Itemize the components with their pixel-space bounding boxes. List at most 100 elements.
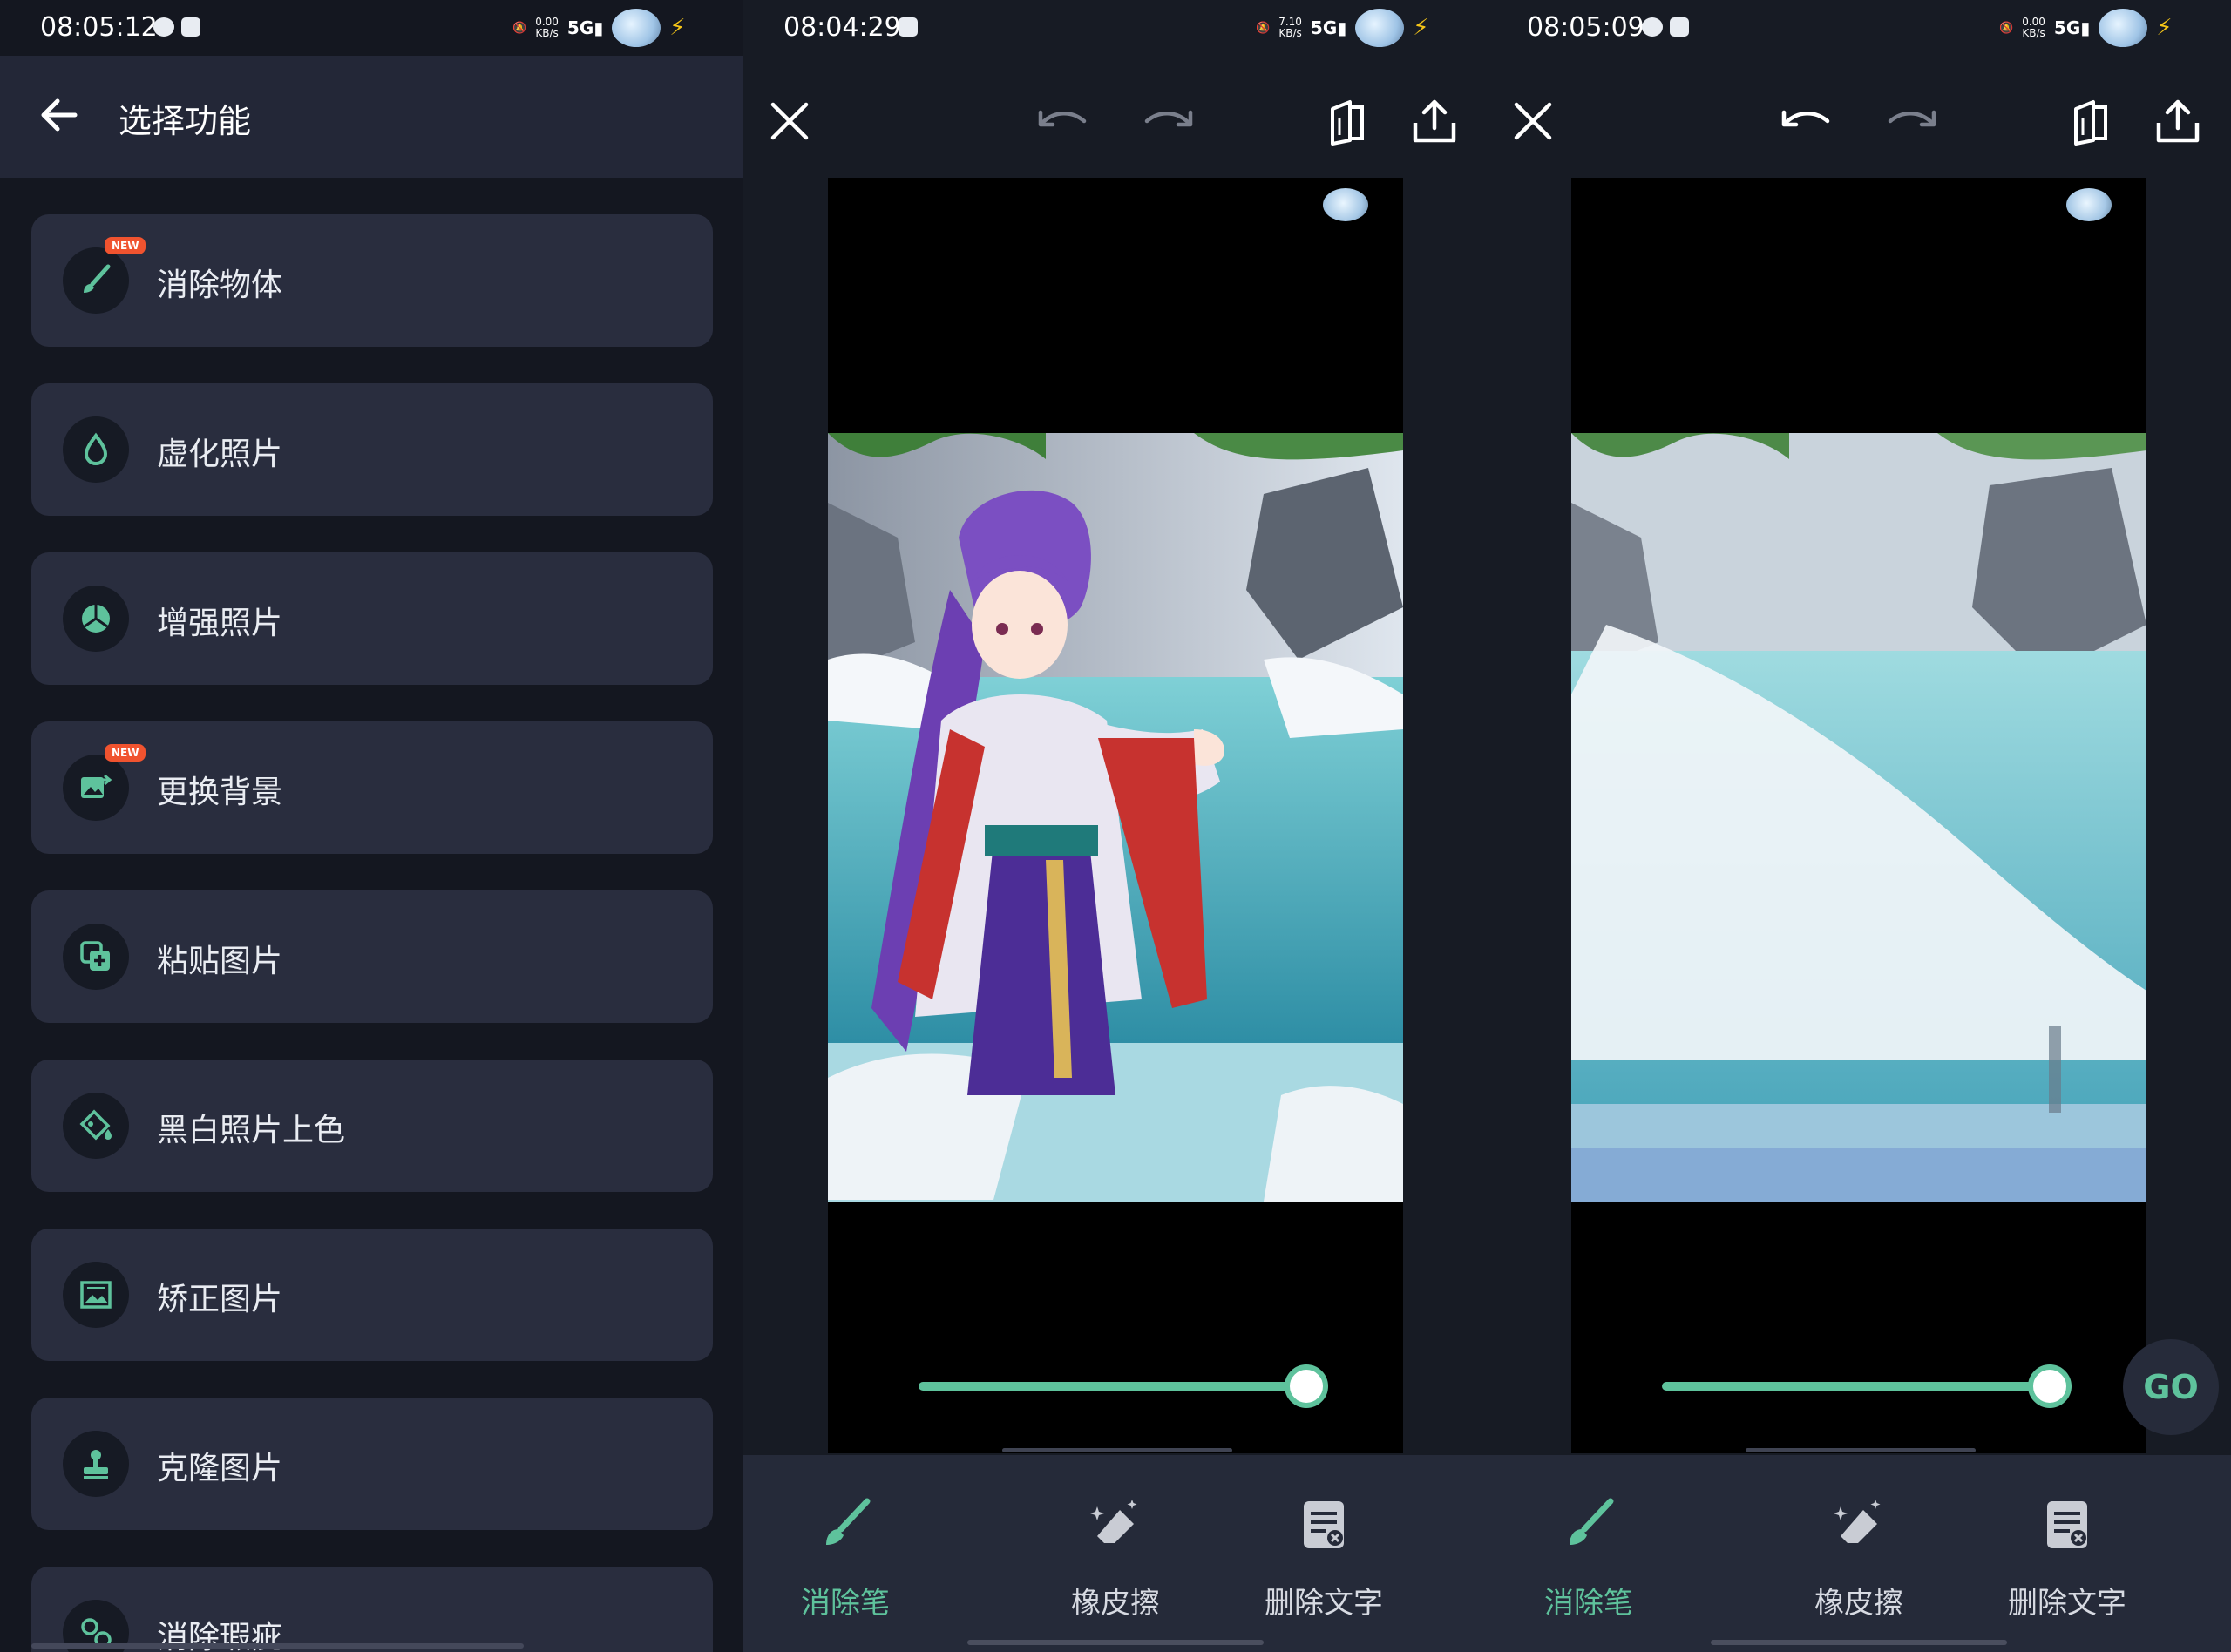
menu-item-colorize[interactable]: 黑白照片上色 [31,1060,713,1192]
photo-original[interactable] [828,433,1403,1202]
new-badge: NEW [105,237,146,254]
menu-item-label: 更换背景 [157,775,283,810]
app-notification-icon [181,17,200,37]
menu-item-correct-image[interactable]: 矫正图片 [31,1229,713,1361]
canvas-handle [1746,1448,1976,1452]
gesture-bar [31,1643,524,1649]
menu-item-label: 黑白照片上色 [157,1113,346,1148]
image-canvas[interactable] [828,178,1403,1453]
slider-knob[interactable] [1285,1364,1328,1408]
charging-icon: ⚡ [2156,15,2173,41]
battery-avatar-icon [1355,9,1405,47]
image-swap-icon [63,755,129,821]
editor-toolbar [1487,56,2231,178]
canvas-handle [1002,1448,1232,1452]
battery-avatar-icon [2099,9,2148,47]
compare-icon[interactable] [2060,91,2121,152]
tool-brush[interactable]: 消除笔 [758,1490,932,1622]
notification-icons [899,16,918,38]
watermark-avatar [1323,188,1368,221]
eraser-icon [1824,1490,1894,1560]
editor-screen-original: 08:04:29 🔕 7.10 KB/s 5G▮ ⚡ 消除笔 橡皮擦 删除文字 [743,0,1487,1652]
network-speed: 7.10 KB/s [1278,16,1302,39]
share-export-icon[interactable] [1404,91,1465,152]
wechat-icon [153,17,174,37]
tool-label: 删除文字 [2008,1586,2126,1621]
menu-item-label: 虚化照片 [157,437,283,472]
menu-item-change-background[interactable]: NEW 更换背景 [31,721,713,854]
header: 选择功能 [0,56,743,178]
redo-icon[interactable] [1137,91,1198,152]
menu-item-remove-object[interactable]: NEW 消除物体 [31,214,713,347]
menu-item-remove-blemish[interactable]: 消除瑕疵 [31,1567,713,1652]
back-arrow-icon[interactable] [35,91,84,139]
menu-item-paste-image[interactable]: 粘贴图片 [31,890,713,1023]
status-right-icons: 🔕 0.00 KB/s 5G▮ ⚡ [512,9,686,47]
close-icon[interactable] [1502,91,1563,152]
tool-delete-text[interactable]: 删除文字 [1980,1490,2154,1622]
status-right-icons: 🔕 7.10 KB/s 5G▮ ⚡ [1256,9,1429,47]
status-time: 08:05:12 [40,12,158,43]
mute-icon: 🔕 [1256,21,1271,35]
mute-icon: 🔕 [1999,21,2014,35]
app-notification-icon [1670,17,1689,37]
share-export-icon[interactable] [2147,91,2208,152]
gesture-bar [1711,1640,2007,1645]
notification-icons [153,16,200,38]
menu-item-clone-image[interactable]: 克隆图片 [31,1398,713,1530]
paste-image-icon [63,924,129,990]
undo-icon[interactable] [1033,91,1094,152]
network-speed: 0.00 KB/s [535,16,559,39]
status-time: 08:05:09 [1527,12,1644,43]
slider-track [1662,1382,2072,1391]
battery-avatar-icon [612,9,661,47]
brush-size-slider[interactable] [919,1364,1328,1408]
menu-item-enhance-photo[interactable]: 增强照片 [31,552,713,685]
undo-icon[interactable] [1776,91,1837,152]
charging-icon: ⚡ [1413,15,1429,41]
menu-item-label: 增强照片 [157,606,283,641]
redo-icon[interactable] [1881,91,1942,152]
network-speed: 0.00 KB/s [2022,16,2045,39]
slider-knob[interactable] [2028,1364,2072,1408]
delete-text-icon [2032,1490,2102,1560]
photo-result[interactable] [1571,433,2146,1202]
signal-icon: 5G▮ [566,17,604,38]
enhance-icon [63,586,129,652]
stamp-icon [63,1431,129,1497]
perspective-icon [63,1262,129,1328]
image-canvas[interactable] [1571,178,2146,1453]
tool-brush[interactable]: 消除笔 [1502,1490,1676,1622]
signal-icon: 5G▮ [2053,17,2091,38]
tool-delete-text[interactable]: 删除文字 [1237,1490,1411,1622]
editor-screen-result: 08:05:09 🔕 0.00 KB/s 5G▮ ⚡ GO 消除笔 橡皮擦 删除… [1487,0,2231,1652]
tool-eraser[interactable]: 橡皮擦 [1028,1490,1203,1622]
function-menu-screen: 08:05:12 🔕 0.00KB/s 5G▮ ⚡ 选择功能 NEW 消除物体 [0,0,743,1652]
brush-icon [1554,1490,1624,1560]
close-icon[interactable] [759,91,820,152]
menu-item-label: 粘贴图片 [157,944,283,979]
menu-item-label: 克隆图片 [157,1451,283,1486]
slider-track [919,1382,1328,1391]
compare-icon[interactable] [1317,91,1378,152]
page-title: 选择功能 [119,102,252,140]
menu-item-blur-photo[interactable]: 虚化照片 [31,383,713,516]
mute-icon: 🔕 [512,21,527,35]
tool-label: 橡皮擦 [1071,1586,1160,1621]
editor-toolbar [743,56,1487,178]
status-time: 08:04:29 [783,12,901,43]
go-button[interactable]: GO [2123,1339,2219,1435]
new-badge: NEW [105,744,146,762]
droplet-icon [63,416,129,483]
brush-icon [63,247,129,314]
status-bar: 08:04:29 🔕 7.10 KB/s 5G▮ ⚡ [743,0,1487,56]
brush-icon [810,1490,880,1560]
tool-label: 消除笔 [1544,1586,1633,1621]
delete-text-icon [1289,1490,1359,1560]
gesture-bar [967,1640,1264,1645]
watermark-avatar [2066,188,2112,221]
signal-icon: 5G▮ [1310,17,1347,38]
brush-size-slider[interactable] [1662,1364,2072,1408]
status-bar: 08:05:12 🔕 0.00 KB/s 5G▮ ⚡ [0,0,743,56]
tool-eraser[interactable]: 橡皮擦 [1772,1490,1946,1622]
